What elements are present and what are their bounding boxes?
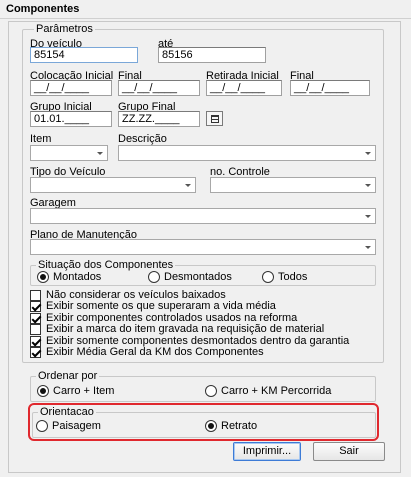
radio-todos[interactable]: Todos bbox=[262, 270, 307, 284]
checkbox-label: Exibir Média Geral da KM dos Componentes bbox=[46, 346, 264, 358]
grupo-inicial-input[interactable]: 01.01.____ bbox=[30, 111, 112, 127]
window-title: Componentes bbox=[6, 3, 80, 15]
radio-indicator bbox=[37, 385, 49, 397]
chevron-down-icon bbox=[365, 152, 371, 155]
check-marca-item[interactable]: Exibir a marca do item gravada na requis… bbox=[30, 323, 324, 335]
imprimir-button[interactable]: Imprimir... bbox=[233, 442, 301, 461]
colocacao-final-input[interactable]: __/__/____ bbox=[118, 80, 200, 96]
check-superaram-vida-media[interactable]: Exibir somente os que superaram a vida m… bbox=[30, 300, 276, 312]
colocacao-inicial-input[interactable]: __/__/____ bbox=[30, 80, 112, 96]
checkbox-label: Exibir a marca do item gravada na requis… bbox=[46, 323, 325, 335]
descricao-select[interactable] bbox=[118, 145, 376, 161]
item-select[interactable] bbox=[30, 145, 108, 161]
title-divider bbox=[0, 18, 411, 19]
radio-carro-item[interactable]: Carro + Item bbox=[37, 384, 114, 398]
item-label: Item bbox=[30, 133, 52, 145]
chevron-down-icon bbox=[365, 246, 371, 249]
list-lookup-button[interactable] bbox=[206, 111, 223, 126]
chevron-down-icon bbox=[365, 184, 371, 187]
radio-desmontados[interactable]: Desmontados bbox=[148, 270, 232, 284]
checkbox-box bbox=[30, 312, 41, 324]
sair-button[interactable]: Sair bbox=[313, 442, 385, 461]
chevron-down-icon bbox=[185, 184, 191, 187]
radio-label: Desmontados bbox=[164, 271, 232, 283]
parametros-legend: Parâmetros bbox=[34, 23, 95, 35]
radio-label: Todos bbox=[278, 271, 308, 283]
radio-indicator bbox=[148, 271, 160, 283]
orientacao-highlight bbox=[28, 403, 379, 441]
radio-label: Carro + KM Percorrida bbox=[221, 385, 332, 397]
tipo-veiculo-select[interactable] bbox=[30, 177, 196, 193]
plano-select[interactable] bbox=[30, 239, 376, 255]
retirada-inicial-input[interactable]: __/__/____ bbox=[206, 80, 282, 96]
radio-label: Carro + Item bbox=[53, 385, 115, 397]
radio-indicator bbox=[205, 385, 217, 397]
radio-indicator bbox=[262, 271, 274, 283]
radio-montados[interactable]: Montados bbox=[37, 270, 101, 284]
checkbox-label: Exibir somente os que superaram a vida m… bbox=[46, 300, 276, 312]
do-veiculo-input[interactable]: 85154 bbox=[30, 47, 138, 63]
descricao-label: Descrição bbox=[118, 133, 167, 145]
checkbox-box bbox=[30, 335, 41, 347]
check-media-geral-km[interactable]: Exibir Média Geral da KM dos Componentes bbox=[30, 346, 264, 358]
chevron-down-icon bbox=[365, 215, 371, 218]
ate-input[interactable]: 85156 bbox=[158, 47, 266, 63]
list-icon bbox=[211, 115, 219, 123]
no-controle-select[interactable] bbox=[210, 177, 376, 193]
radio-label: Montados bbox=[53, 271, 102, 283]
garagem-select[interactable] bbox=[30, 208, 376, 224]
grupo-final-input[interactable]: ZZ.ZZ.____ bbox=[118, 111, 200, 127]
radio-carro-km[interactable]: Carro + KM Percorrida bbox=[205, 384, 331, 398]
checkbox-box bbox=[30, 323, 41, 335]
radio-indicator bbox=[37, 271, 49, 283]
checkbox-box bbox=[30, 346, 41, 358]
chevron-down-icon bbox=[97, 152, 103, 155]
ordenar-legend: Ordenar por bbox=[36, 370, 100, 382]
checkbox-box bbox=[30, 289, 41, 301]
checkbox-box bbox=[30, 300, 41, 312]
retirada-final-input[interactable]: __/__/____ bbox=[290, 80, 370, 96]
